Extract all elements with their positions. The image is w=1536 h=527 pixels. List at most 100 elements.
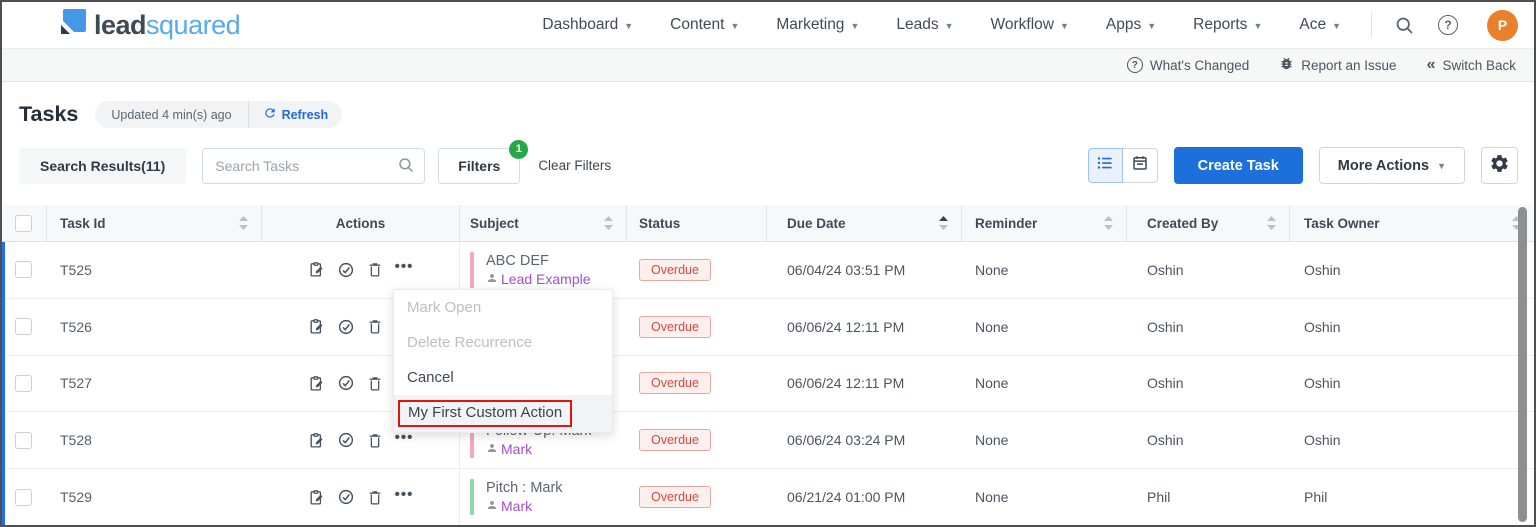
- status-badge: Overdue: [639, 258, 711, 281]
- switch-back-link[interactable]: « Switch Back: [1427, 57, 1516, 73]
- header-task-id[interactable]: Task Id: [47, 205, 262, 241]
- person-icon: [486, 440, 498, 458]
- delete-task-icon[interactable]: [367, 432, 383, 449]
- nav-reports[interactable]: Reports ▼: [1193, 16, 1262, 34]
- gear-icon: [1489, 153, 1510, 179]
- select-all-checkbox[interactable]: [15, 214, 32, 232]
- utility-bar: ? What's Changed Report an Issue « Switc…: [2, 49, 1534, 82]
- nav-dashboard[interactable]: Dashboard ▼: [542, 16, 633, 34]
- task-owner: Oshin: [1304, 261, 1341, 278]
- filters-button[interactable]: Filters 1: [438, 139, 529, 184]
- calendar-view-toggle[interactable]: [1122, 148, 1158, 183]
- updated-text: Updated 4 min(s) ago: [111, 107, 232, 122]
- page-title: Tasks: [19, 102, 79, 126]
- table-row: T529 ••• Pitch : Mark Mark Overdue 06/21…: [2, 469, 1534, 525]
- delete-task-icon[interactable]: [367, 318, 383, 335]
- table-row: T527 •••: [2, 355, 1534, 413]
- search-tasks-field: [202, 147, 426, 184]
- mark-complete-icon[interactable]: [337, 374, 355, 392]
- mark-complete-icon[interactable]: [337, 318, 355, 336]
- chevron-down-icon: ▼: [1059, 20, 1069, 31]
- mark-complete-icon[interactable]: [337, 431, 355, 449]
- created-by: Oshin: [1147, 375, 1184, 392]
- user-avatar[interactable]: P: [1487, 9, 1518, 41]
- leadsquared-logo[interactable]: leadsquared: [59, 9, 241, 41]
- delete-task-icon[interactable]: [367, 489, 383, 506]
- row-checkbox[interactable]: [15, 488, 32, 506]
- sort-icon[interactable]: [237, 215, 250, 231]
- nav-ace[interactable]: Ace ▼: [1299, 16, 1341, 34]
- leadsquared-logo-icon: [59, 9, 86, 41]
- lead-link[interactable]: Mark: [486, 440, 592, 458]
- whats-changed-link[interactable]: ? What's Changed: [1126, 57, 1249, 73]
- search-icon: [397, 156, 415, 179]
- sort-icon-active[interactable]: [937, 215, 950, 231]
- lead-link[interactable]: Lead Example: [486, 270, 591, 288]
- nav-workflow[interactable]: Workflow ▼: [991, 16, 1069, 34]
- search-tasks-input[interactable]: [202, 147, 426, 184]
- menu-item-mark-open: Mark Open: [407, 299, 482, 316]
- created-by: Oshin: [1147, 318, 1184, 335]
- header-reminder[interactable]: Reminder: [962, 205, 1127, 241]
- row-checkbox[interactable]: [15, 374, 32, 392]
- list-view-toggle[interactable]: [1087, 148, 1123, 183]
- settings-button[interactable]: [1481, 147, 1518, 184]
- more-row-actions-icon[interactable]: •••: [395, 486, 414, 509]
- select-all-cell: [2, 205, 47, 241]
- edit-task-icon[interactable]: [308, 318, 325, 335]
- edit-task-icon[interactable]: [308, 432, 325, 449]
- due-date: 06/06/24 03:24 PM: [787, 432, 906, 449]
- chevron-down-icon: ▼: [1437, 161, 1446, 171]
- nav-content[interactable]: Content ▼: [670, 16, 739, 34]
- edit-task-icon[interactable]: [308, 489, 325, 506]
- nav-apps[interactable]: Apps ▼: [1106, 16, 1156, 34]
- sort-icon[interactable]: [602, 215, 615, 231]
- reminder: None: [975, 261, 1009, 278]
- status-badge: Overdue: [639, 429, 711, 452]
- help-icon[interactable]: ?: [1438, 15, 1458, 35]
- report-issue-link[interactable]: Report an Issue: [1279, 56, 1397, 74]
- header-due-date[interactable]: Due Date: [767, 205, 962, 241]
- due-date: 06/06/24 12:11 PM: [787, 318, 905, 335]
- task-id: T525: [60, 261, 92, 278]
- status-badge: Overdue: [639, 372, 711, 395]
- task-owner: Phil: [1304, 489, 1328, 506]
- nav-divider: [1371, 12, 1372, 38]
- chevron-down-icon: ▼: [624, 20, 634, 31]
- menu-item-my-first-custom-action[interactable]: My First Custom Action: [394, 395, 612, 432]
- row-checkbox[interactable]: [15, 261, 32, 279]
- mark-complete-icon[interactable]: [337, 261, 355, 279]
- row-checkbox[interactable]: [15, 318, 32, 336]
- clear-filters-link[interactable]: Clear Filters: [538, 158, 611, 173]
- lead-link[interactable]: Mark: [486, 497, 563, 515]
- vertical-scrollbar[interactable]: [1518, 207, 1527, 522]
- header-created-by[interactable]: Created By: [1127, 205, 1290, 241]
- row-checkbox[interactable]: [15, 431, 32, 449]
- search-icon[interactable]: [1394, 15, 1415, 36]
- sort-icon[interactable]: [1102, 215, 1115, 231]
- menu-item-cancel[interactable]: Cancel: [394, 360, 612, 395]
- search-results-count: Search Results(11): [19, 147, 187, 184]
- refresh-icon: [263, 106, 277, 123]
- header-task-owner[interactable]: Task Owner: [1290, 205, 1534, 241]
- double-chevron-left-icon: «: [1426, 56, 1436, 73]
- table-row: T526 •••: [2, 298, 1534, 356]
- refresh-button[interactable]: Refresh: [249, 106, 343, 123]
- filters-count-badge: 1: [509, 139, 529, 159]
- nav-marketing[interactable]: Marketing ▼: [776, 16, 859, 34]
- sort-icon[interactable]: [1265, 215, 1278, 231]
- nav-leads[interactable]: Leads ▼: [896, 16, 953, 34]
- create-task-button[interactable]: Create Task: [1173, 147, 1303, 184]
- task-owner: Oshin: [1304, 432, 1341, 449]
- more-actions-button[interactable]: More Actions ▼: [1318, 147, 1465, 184]
- edit-task-icon[interactable]: [308, 375, 325, 392]
- chevron-down-icon: ▼: [730, 20, 740, 31]
- status-badge: Overdue: [639, 315, 711, 338]
- mark-complete-icon[interactable]: [337, 488, 355, 506]
- edit-task-icon[interactable]: [308, 261, 325, 278]
- task-owner: Oshin: [1304, 375, 1341, 392]
- delete-task-icon[interactable]: [367, 375, 383, 392]
- more-row-actions-icon[interactable]: •••: [395, 258, 414, 281]
- delete-task-icon[interactable]: [367, 261, 383, 278]
- header-subject[interactable]: Subject: [460, 205, 627, 241]
